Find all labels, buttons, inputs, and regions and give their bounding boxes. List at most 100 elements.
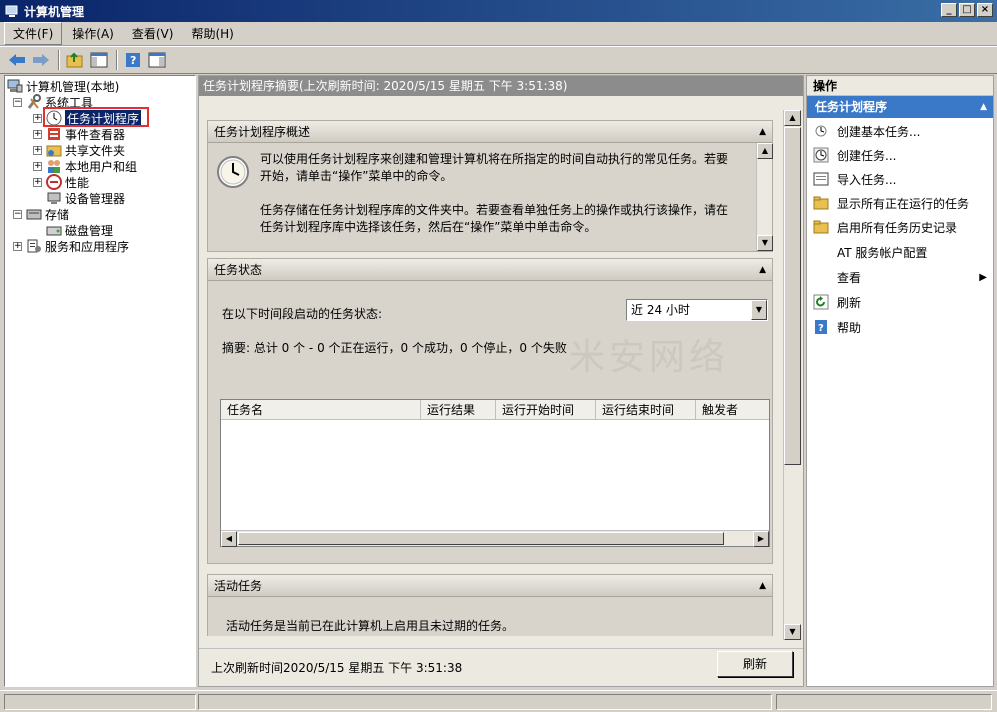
action-import-task[interactable]: 导入任务... [813, 170, 896, 188]
expand-icon[interactable]: + [33, 113, 42, 123]
status-bar [0, 690, 997, 712]
tools-icon [26, 94, 42, 110]
device-manager-icon [46, 190, 62, 206]
menu-bar: 文件(F) 操作(A) 查看(V) 帮助(H) [0, 22, 997, 46]
tree-item-label: 事件查看器 [65, 127, 126, 142]
active-tasks-title: 活动任务 [214, 579, 263, 593]
computer-management-icon [7, 78, 23, 94]
status-pane [4, 694, 196, 710]
overview-title: 任务计划程序概述 [214, 125, 311, 139]
active-tasks-section-header[interactable]: 活动任务 ▲ [208, 575, 772, 597]
submenu-arrow-icon: ▶ [979, 271, 987, 283]
period-select[interactable]: 近 24 小时 ▼ [626, 299, 768, 321]
action-help[interactable]: ? 帮助 [813, 318, 861, 336]
overview-scrollbar[interactable]: ▲ ▼ [756, 143, 773, 251]
period-select-value: 近 24 小时 [631, 303, 690, 317]
tree-item-computer-management[interactable]: 计算机管理(本地) [7, 78, 119, 94]
refresh-button[interactable]: 刷新 [717, 651, 793, 677]
show-hide-action-pane-icon[interactable] [146, 49, 168, 71]
chevron-down-icon[interactable]: ▼ [751, 300, 767, 320]
tree-item-local-users-groups[interactable]: + 本地用户和组 [33, 158, 137, 174]
event-viewer-icon [46, 126, 62, 142]
watermark: 米安网络 [569, 337, 730, 378]
help-icon: ? [813, 319, 829, 335]
menu-view[interactable]: 查看(V) [124, 23, 182, 44]
column-header[interactable]: 任务名 [221, 400, 421, 419]
svg-text:?: ? [130, 54, 136, 67]
action-show-running-tasks[interactable]: 显示所有正在运行的任务 [813, 194, 969, 212]
expand-icon[interactable]: + [33, 177, 42, 187]
show-hide-tree-icon[interactable] [88, 49, 110, 71]
tree-item-event-viewer[interactable]: + 事件查看器 [33, 126, 125, 142]
column-header[interactable]: 运行开始时间 [496, 400, 596, 419]
collapse-caret-icon[interactable]: ▲ [759, 121, 766, 143]
menu-action[interactable]: 操作(A) [64, 23, 122, 44]
summary-footer: 上次刷新时间2020/5/15 星期五 下午 3:51:38 刷新 [199, 648, 803, 686]
collapse-caret-icon[interactable]: ▲ [980, 96, 987, 118]
actions-group-label: 任务计划程序 [815, 100, 888, 114]
menu-file[interactable]: 文件(F) [4, 22, 63, 45]
tree-item-label: 计算机管理(本地) [26, 79, 120, 94]
collapse-icon[interactable]: − [13, 97, 22, 107]
services-icon [26, 238, 42, 254]
actions-header: 操作 [807, 76, 993, 96]
action-create-basic-task[interactable]: 创建基本任务... [813, 122, 920, 140]
highlight-box [43, 107, 149, 127]
tree-item-shared-folders[interactable]: + 共享文件夹 [33, 142, 125, 158]
scrollbar-thumb[interactable] [784, 127, 801, 465]
task-status-section: 任务状态 ▲ 在以下时间段启动的任务状态: 近 24 小时 ▼ 摘要: 总计 0… [207, 258, 773, 564]
collapse-icon[interactable]: − [13, 209, 22, 219]
tree-item-label: 磁盘管理 [65, 223, 114, 238]
maximize-button[interactable]: □ [959, 3, 975, 17]
horizontal-scrollbar[interactable]: ◀ ▶ [221, 530, 769, 547]
up-folder-icon[interactable] [64, 49, 86, 71]
collapse-caret-icon[interactable]: ▲ [759, 575, 766, 597]
tree-item-performance[interactable]: + 性能 [33, 174, 89, 190]
active-tasks-text: 活动任务是当前已在此计算机上启用且未过期的任务。 [226, 619, 515, 633]
svg-text:?: ? [818, 323, 824, 334]
computer-management-icon [4, 3, 20, 19]
help-icon[interactable]: ? [122, 49, 144, 71]
column-header[interactable]: 触发者 [696, 400, 769, 419]
refresh-icon [813, 294, 829, 310]
minimize-button[interactable]: _ [941, 3, 957, 17]
overview-section-header[interactable]: 任务计划程序概述 ▲ [208, 121, 772, 143]
main-scrollbar[interactable]: ▲ ▼ [783, 110, 801, 640]
status-pane [198, 694, 772, 710]
clock-icon [216, 155, 250, 192]
column-header[interactable]: 运行结果 [421, 400, 496, 419]
actions-group-task-scheduler[interactable]: 任务计划程序 ▲ [807, 96, 993, 118]
import-task-icon [813, 171, 829, 187]
back-icon[interactable] [6, 49, 28, 71]
period-label: 在以下时间段启动的任务状态: [222, 307, 383, 321]
active-tasks-section: 活动任务 ▲ 活动任务是当前已在此计算机上启用且未过期的任务。 [207, 574, 773, 636]
close-button[interactable]: × [977, 3, 993, 17]
column-header[interactable]: 运行结束时间 [596, 400, 696, 419]
tree-item-label: 设备管理器 [65, 191, 126, 206]
menu-help[interactable]: 帮助(H) [183, 23, 241, 44]
collapse-caret-icon[interactable]: ▲ [759, 259, 766, 281]
forward-icon[interactable] [30, 49, 52, 71]
action-refresh[interactable]: 刷新 [813, 293, 861, 311]
action-enable-task-history[interactable]: 启用所有任务历史记录 [813, 218, 957, 236]
summary-header: 任务计划程序摘要(上次刷新时间: 2020/5/15 星期五 下午 3:51:3… [199, 76, 803, 96]
expand-icon[interactable]: + [33, 145, 42, 155]
action-at-service-account[interactable]: AT 服务帐户配置 [837, 243, 927, 261]
expand-icon[interactable]: + [33, 129, 42, 139]
expand-icon[interactable]: + [33, 161, 42, 171]
last-refresh-text: 上次刷新时间2020/5/15 星期五 下午 3:51:38 [211, 661, 463, 675]
action-view[interactable]: 查看 ▶ [837, 268, 987, 286]
tree-item-storage[interactable]: − 存储 [13, 206, 69, 222]
overview-text: 可以使用任务计划程序来创建和管理计算机将在所指定的时间自动执行的常见任务。若要 … [260, 152, 729, 234]
tree-item-services-apps[interactable]: + 服务和应用程序 [13, 238, 129, 254]
overview-section: 任务计划程序概述 ▲ 可以使用任务计划程序来创建和管理计算机将在所指定的时间自动… [207, 120, 773, 252]
action-create-task[interactable]: 创建任务... [813, 146, 896, 164]
tree-item-device-manager[interactable]: 设备管理器 [46, 190, 125, 206]
users-icon [46, 158, 62, 174]
task-status-title: 任务状态 [214, 263, 263, 277]
performance-icon [46, 174, 62, 190]
tree-item-disk-management[interactable]: 磁盘管理 [46, 222, 113, 238]
title-bar: 计算机管理 _ □ × [0, 0, 997, 22]
expand-icon[interactable]: + [13, 241, 22, 251]
task-status-section-header[interactable]: 任务状态 ▲ [208, 259, 772, 281]
